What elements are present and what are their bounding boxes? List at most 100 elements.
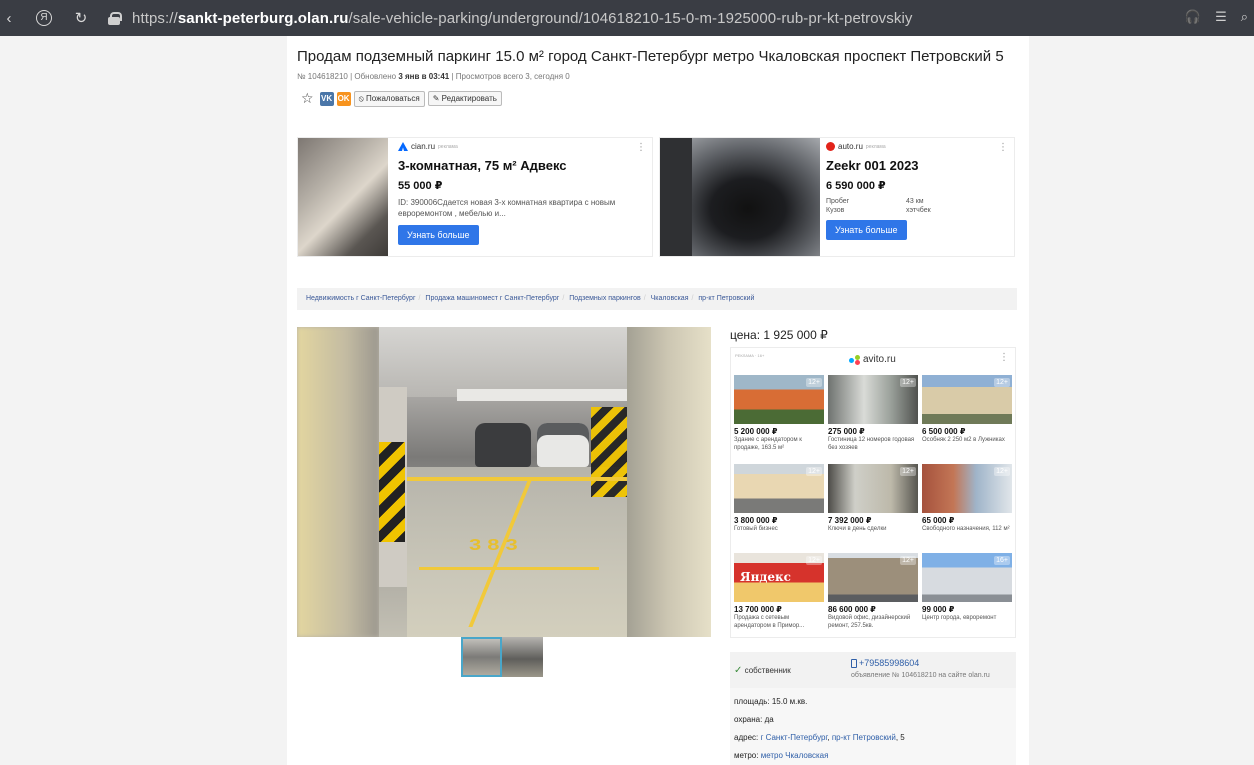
meta-id: № 104618210 | Обновлено <box>297 72 399 81</box>
detail-label: охрана: <box>734 715 765 724</box>
breadcrumb-link[interactable]: Чкаловская <box>651 295 689 302</box>
url-prefix: https:// <box>132 9 178 27</box>
favorite-star-icon[interactable]: ☆ <box>301 90 314 107</box>
ad-autoru[interactable]: auto.ru реклама Zeekr 001 2023 6 590 000… <box>659 137 1015 257</box>
tile-description: Продажа с сетевым арендатором в Примор..… <box>734 615 805 629</box>
ad-menu-icon[interactable]: ⋮ <box>999 352 1009 363</box>
ad-source[interactable]: avito.ru <box>849 354 896 365</box>
age-badge: 12+ <box>994 467 1010 476</box>
address-street-link[interactable]: пр-кт Петровский <box>832 733 896 742</box>
yandex-icon[interactable]: Я <box>36 10 52 26</box>
age-badge: 16+ <box>994 556 1010 565</box>
metro-link[interactable]: метро Чкаловская <box>761 751 829 760</box>
autoru-logo-icon <box>826 142 835 151</box>
vk-share-icon[interactable]: VK <box>319 91 334 106</box>
tile-price: 6 500 000 ₽ <box>922 427 966 436</box>
avito-tile[interactable]: 12+ 3 800 000 ₽ Готовый бизнес <box>734 464 824 550</box>
tile-description: Гостиница 12 номеров годовая без хозяев <box>828 437 915 451</box>
avito-tile[interactable]: 16+ 99 000 ₽ Центр города, евроремонт <box>922 553 1012 639</box>
cian-logo-icon <box>398 142 408 151</box>
tile-price: 65 000 ₽ <box>922 516 955 525</box>
address-city-link[interactable]: г Санкт-Петербург <box>760 733 827 742</box>
tile-description: Центр города, евроремонт <box>922 615 997 621</box>
browser-toolbar: ‹ Я ↻ https://sankt-peterburg.olan.ru/sa… <box>0 0 1254 36</box>
seller-contact: ✓ собственник +79585998604 объявление № … <box>730 652 1016 688</box>
tile-description: Готовый бизнес <box>734 526 778 532</box>
breadcrumb-link[interactable]: пр-кт Петровский <box>698 295 754 302</box>
lock-icon[interactable] <box>108 12 122 25</box>
owner-badge: ✓ собственник <box>734 665 791 676</box>
age-badge: 12+ <box>900 378 916 387</box>
age-badge: 12+ <box>806 556 822 565</box>
listing-meta: № 104618210 | Обновлено 3 янв в 03:41 | … <box>297 72 570 81</box>
tile-price: 3 800 000 ₽ <box>734 516 778 525</box>
url-path: /sale-vehicle-parking/underground/104618… <box>348 9 913 27</box>
listing-photo[interactable]: 383 <box>297 327 711 637</box>
tile-image: 12+ <box>734 464 824 513</box>
avito-tile[interactable]: 12+ 86 600 000 ₽ Видовой офис, дизайнерс… <box>828 553 918 639</box>
ad-apartment-image[interactable] <box>298 138 388 256</box>
meta-updated: 3 янв в 03:41 <box>398 72 450 81</box>
avito-tile[interactable]: 12+ 7 392 000 ₽ Ключи в день сделки <box>828 464 918 550</box>
listing-actions: ☆ VK OK ⦸ Пожаловаться ✎ Редактировать <box>301 90 502 107</box>
check-icon: ✓ <box>734 665 743 676</box>
avito-tile[interactable]: 12+ 5 200 000 ₽ Здание с арендатором к п… <box>734 375 824 461</box>
detail-value: 15.0 м.кв. <box>771 697 808 706</box>
reload-icon[interactable]: ↻ <box>70 9 92 27</box>
ad-car-image[interactable] <box>660 138 820 256</box>
avito-tile[interactable]: 12+ 275 000 ₽ Гостиница 12 номеров годов… <box>828 375 918 461</box>
complain-button[interactable]: ⦸ Пожаловаться <box>353 90 425 107</box>
avito-tile[interactable]: 12+ 65 000 ₽ Свободного назначения, 112 … <box>922 464 1012 550</box>
ad-cian[interactable]: cian.ru реклама 3-комнатная, 75 м² Адвек… <box>297 137 653 257</box>
breadcrumb-link[interactable]: Подземных паркингов <box>569 295 640 302</box>
ad-number: объявление № 104618210 на сайте olan.ru <box>851 672 990 679</box>
edit-button[interactable]: ✎ Редактировать <box>427 91 502 106</box>
toolbar-right: 🎧 ☰ ⌕ <box>1185 9 1248 25</box>
ad-description: ID: 390006Сдается новая 3-х комнатная кв… <box>398 198 616 218</box>
photo-thumbnails <box>461 637 543 677</box>
phone-link[interactable]: +79585998604 <box>851 658 919 668</box>
ad-title[interactable]: 3-комнатная, 75 м² Адвекс <box>398 158 638 173</box>
thumbnail[interactable] <box>502 637 543 677</box>
ad-menu-icon[interactable]: ⋮ <box>636 142 646 153</box>
ad-title[interactable]: Zeekr 001 2023 <box>826 158 1006 173</box>
avito-tile[interactable]: Яндекс 12+ 13 700 000 ₽ Продажа с сетевым… <box>734 553 824 639</box>
parking-photo: 383 <box>379 327 627 637</box>
ad-menu-icon[interactable]: ⋮ <box>998 142 1008 153</box>
owner-label: собственник <box>744 666 791 675</box>
breadcrumb-link[interactable]: Продажа машиномест г Санкт-Петербург <box>425 295 559 302</box>
ad-source-name: avito.ru <box>863 354 896 365</box>
ad-price: 55 000 ₽ <box>398 180 443 192</box>
avito-ad-block: реклама · 16+ avito.ru ⋮ 12+ 5 200 000 ₽… <box>730 347 1016 638</box>
detail-area: площадь: 15.0 м.кв. <box>734 697 1012 706</box>
tile-price: 99 000 ₽ <box>922 605 955 614</box>
address-bar[interactable]: https://sankt-peterburg.olan.ru/sale-veh… <box>132 10 913 27</box>
ad-body: auto.ru реклама Zeekr 001 2023 6 590 000… <box>826 142 1006 240</box>
reader-mode-icon[interactable]: ☰ <box>1215 9 1227 25</box>
detail-metro: метро: метро Чкаловская <box>734 751 1012 760</box>
price-label: цена: <box>730 328 764 342</box>
ad-learn-more-button[interactable]: Узнать больше <box>398 225 479 245</box>
headphones-icon[interactable]: 🎧 <box>1185 9 1201 25</box>
detail-address: адрес: г Санкт-Петербург, пр-кт Петровск… <box>734 733 905 742</box>
ad-learn-more-button[interactable]: Узнать больше <box>826 220 907 240</box>
ad-source: cian.ru реклама <box>398 142 638 151</box>
address-house: , 5 <box>895 733 905 742</box>
back-icon[interactable]: ‹ <box>4 10 14 27</box>
tile-price: 13 700 000 ₽ <box>734 605 782 614</box>
car-dark <box>475 423 531 467</box>
spec-value: хэтчбек <box>906 207 931 214</box>
breadcrumb-link[interactable]: Недвижимость г Санкт-Петербург <box>306 295 416 302</box>
phone-icon <box>851 658 857 668</box>
tile-price: 5 200 000 ₽ <box>734 427 778 436</box>
search-icon[interactable]: ⌕ <box>1241 9 1248 25</box>
ok-share-icon[interactable]: OK <box>336 91 351 106</box>
phone-number: +79585998604 <box>859 658 920 668</box>
ad-source: auto.ru реклама <box>826 142 1006 151</box>
ad-tag: реклама <box>438 143 458 150</box>
thumbnail[interactable] <box>461 637 502 677</box>
meta-views: | Просмотров всего 3, сегодня 0 <box>449 72 570 81</box>
page-title: Продам подземный паркинг 15.0 м² город С… <box>297 48 1004 65</box>
tile-price: 7 392 000 ₽ <box>828 516 872 525</box>
avito-tile[interactable]: 12+ 6 500 000 ₽ Особняк 2 250 м2 в Лужни… <box>922 375 1012 461</box>
